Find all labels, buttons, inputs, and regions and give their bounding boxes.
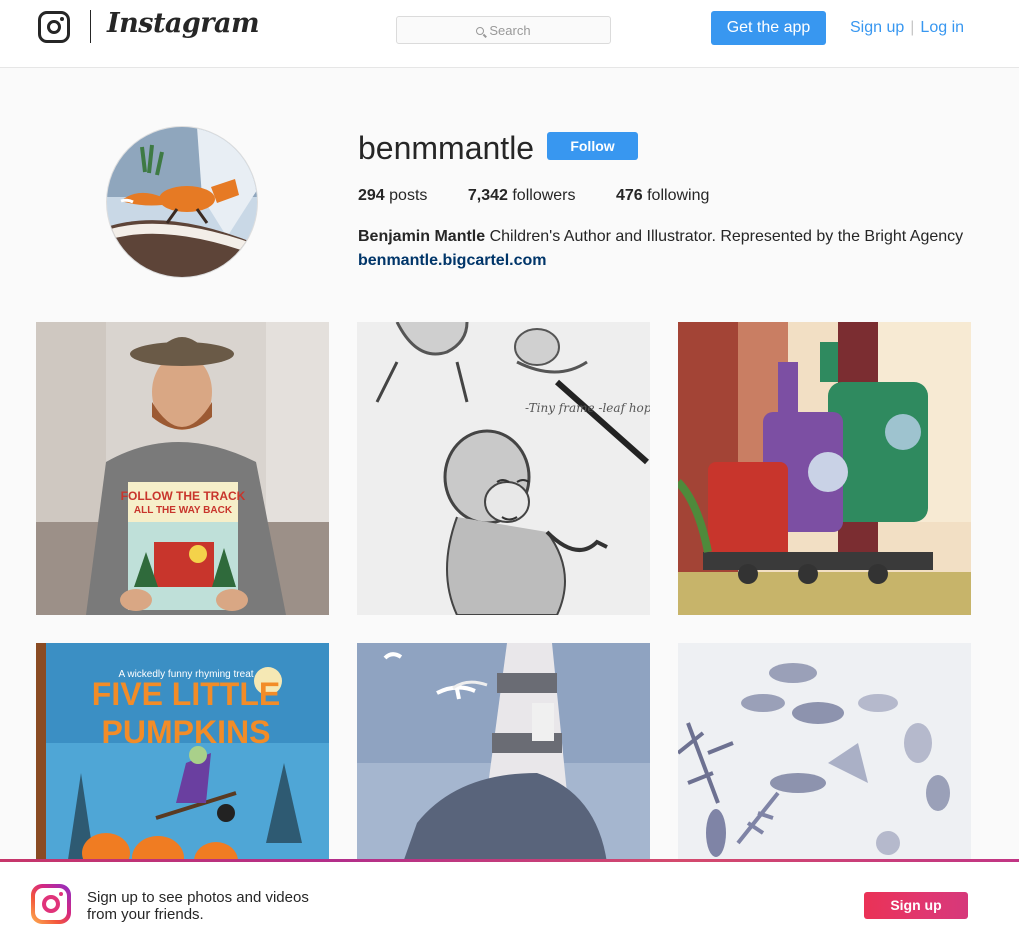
auth-separator: | [910, 19, 915, 36]
follow-button[interactable]: Follow [547, 132, 638, 160]
followers-stat[interactable]: 7,342 followers [468, 187, 576, 204]
auth-links: Sign up | Log in [850, 19, 964, 37]
post-tile[interactable]: FOLLOW THE TRACK ALL THE WAY BACK [36, 322, 329, 615]
logo-divider [90, 10, 91, 43]
search-input[interactable]: Search [396, 16, 611, 44]
login-link[interactable]: Log in [920, 19, 964, 36]
profile-stats: 294 posts 7,342 followers 476 following [358, 187, 745, 205]
profile-bio-text: Children's Author and Illustrator. Repre… [489, 228, 964, 245]
search-icon [476, 27, 485, 35]
search-placeholder: Search [489, 23, 531, 38]
profile-website-link[interactable]: benmantle.bigcartel.com [358, 252, 547, 270]
signup-banner: Sign up to see photos and videos from yo… [0, 859, 1019, 941]
photo-man-with-book: FOLLOW THE TRACK ALL THE WAY BACK [36, 322, 329, 615]
instagram-camera-icon[interactable] [38, 11, 70, 43]
signup-banner-text: Sign up to see photos and videos from yo… [87, 889, 309, 923]
signup-link[interactable]: Sign up [850, 19, 904, 36]
top-navigation-bar: Instagram Search Get the app Sign up | Log… [0, 0, 1019, 68]
sketch-note: -Tiny frame -leaf hops [525, 401, 650, 415]
instagram-app-icon [31, 884, 71, 924]
post-tile[interactable]: -Tiny frame -leaf hops [357, 322, 650, 615]
profile-avatar[interactable] [106, 126, 258, 278]
book-title-line1: FOLLOW THE TRACK [121, 489, 246, 503]
profile-full-name: Benjamin Mantle [358, 228, 486, 245]
instagram-wordmark[interactable]: Instagram [107, 8, 260, 39]
book-title-line2: ALL THE WAY BACK [134, 505, 233, 516]
posts-stat: 294 posts [358, 187, 428, 204]
book-title-line1: FIVE LITTLE [92, 676, 280, 712]
following-stat[interactable]: 476 following [616, 187, 709, 204]
photo-train-illustration [678, 322, 971, 615]
post-tile[interactable] [678, 322, 971, 615]
photo-monkey-sketch: -Tiny frame -leaf hops [357, 322, 650, 615]
profile-username: benmmantle [358, 130, 535, 166]
book-title-line2: PUMPKINS [102, 714, 271, 750]
banner-signup-button[interactable]: Sign up [864, 892, 968, 919]
profile-bio: Benjamin Mantle Children's Author and Il… [358, 228, 963, 246]
get-the-app-button[interactable]: Get the app [711, 11, 826, 45]
